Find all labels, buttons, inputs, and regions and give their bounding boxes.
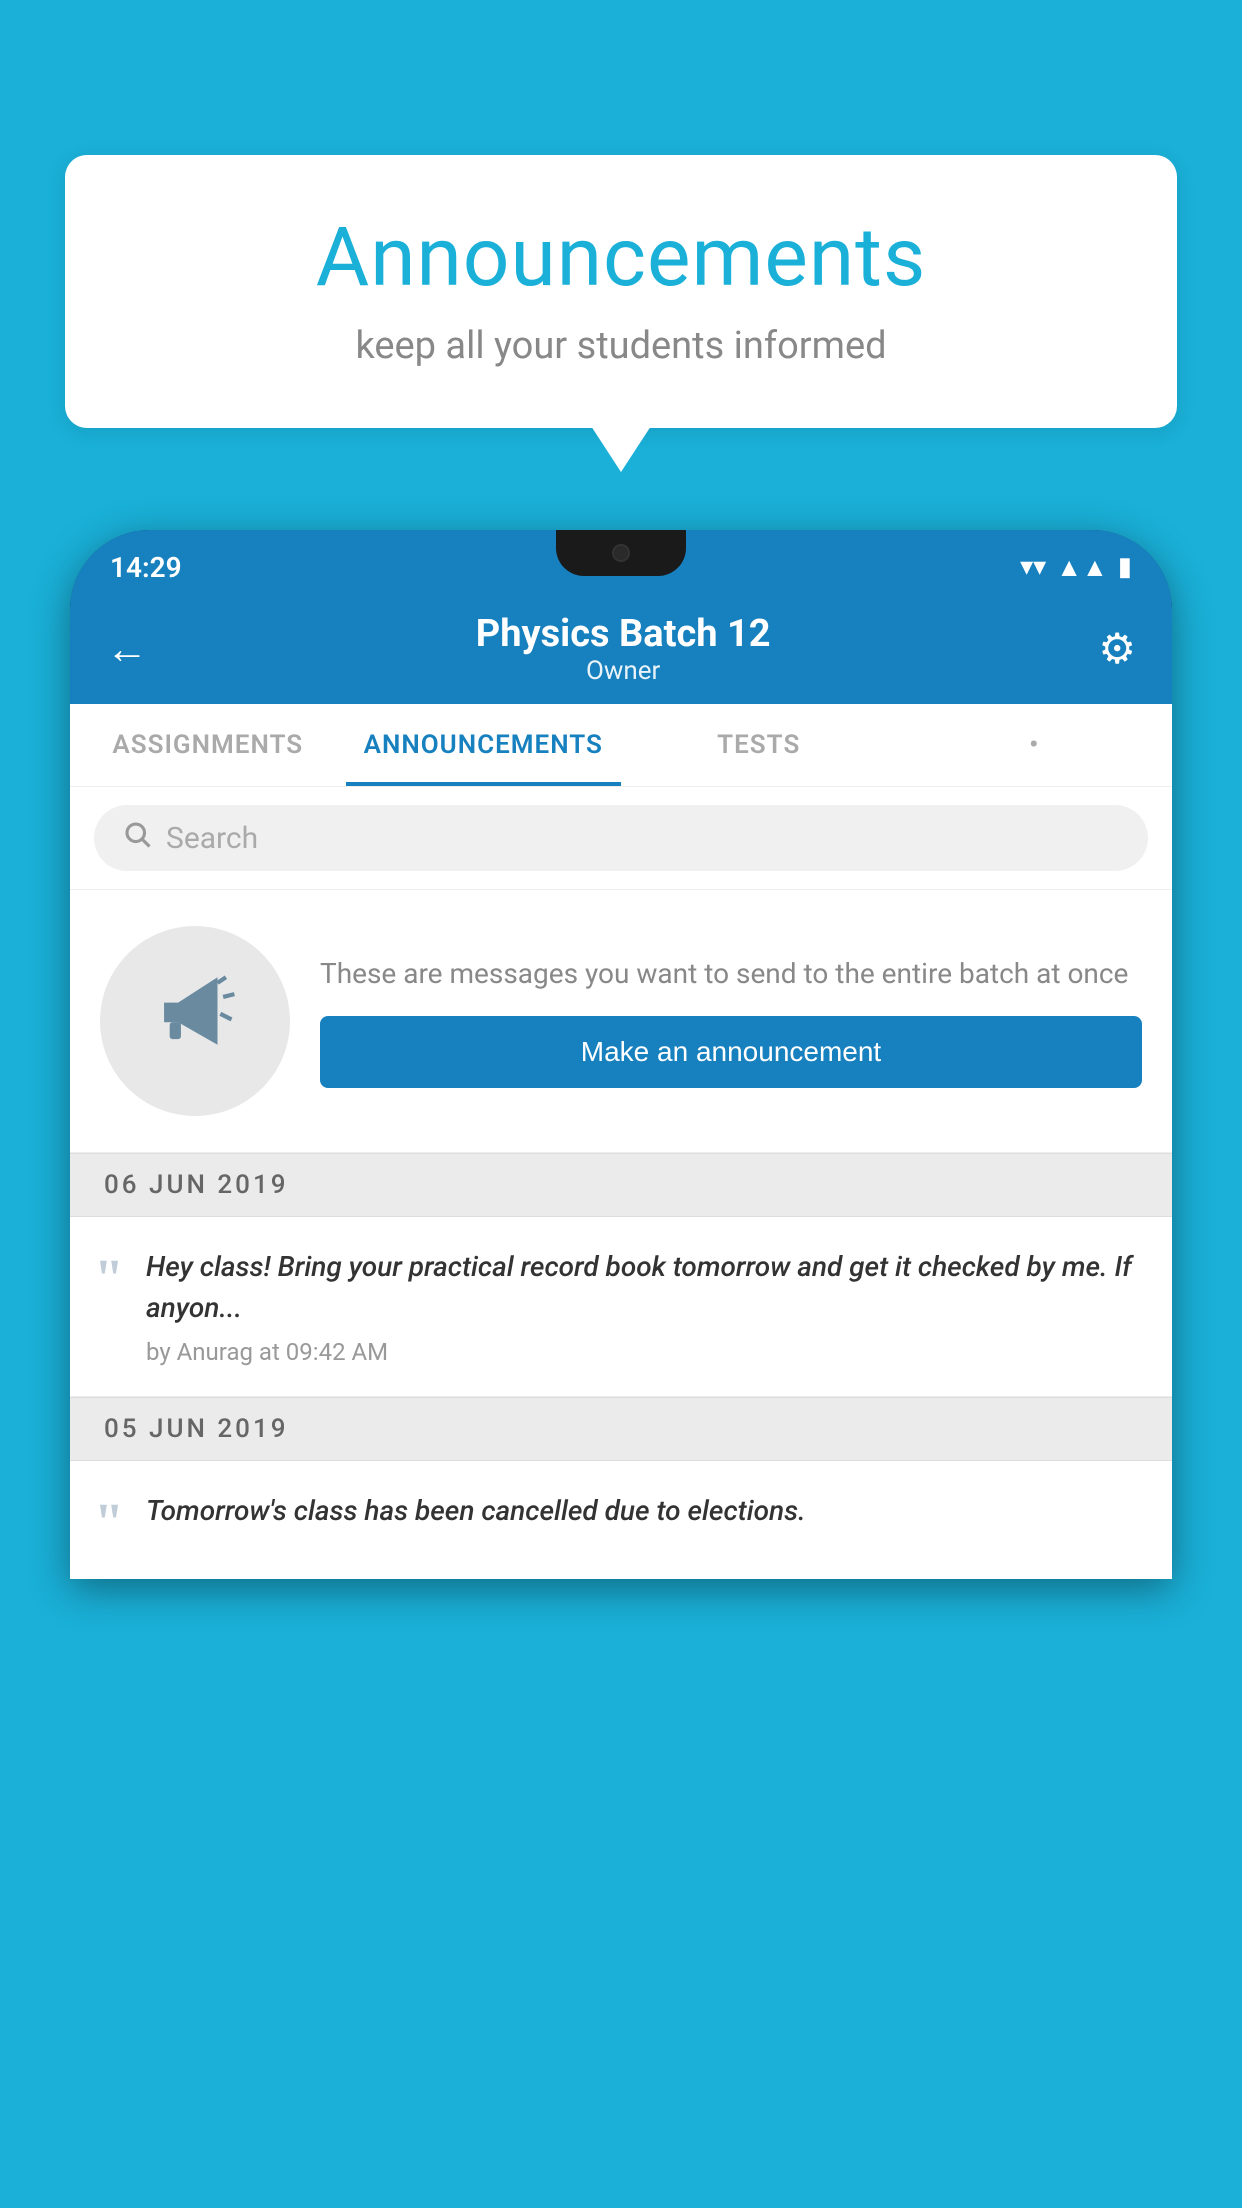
tab-announcements[interactable]: ANNOUNCEMENTS <box>346 704 622 786</box>
header-title-group: Physics Batch 12 Owner <box>148 612 1098 686</box>
content-area: Search <box>70 787 1172 1579</box>
promo-icon-circle <box>100 926 290 1116</box>
announcement-promo: These are messages you want to send to t… <box>70 890 1172 1153</box>
speech-bubble: Announcements keep all your students inf… <box>65 155 1177 428</box>
wifi-icon: ▾▾ <box>1020 552 1046 582</box>
announcement-text-1: Hey class! Bring your practical record b… <box>146 1247 1142 1328</box>
search-placeholder: Search <box>166 821 258 856</box>
phone-inner: 14:29 ▾▾ ▲▲ ▮ ← Physics Batch 12 Owner ⚙… <box>70 530 1172 1579</box>
battery-icon: ▮ <box>1118 552 1132 582</box>
app-header: ← Physics Batch 12 Owner ⚙ <box>70 594 1172 704</box>
date-separator-2: 05 JUN 2019 <box>70 1397 1172 1461</box>
promo-description: These are messages you want to send to t… <box>320 954 1142 993</box>
announcement-content-2: Tomorrow's class has been cancelled due … <box>146 1491 1142 1542</box>
quote-icon-2: " <box>94 1495 124 1549</box>
status-time: 14:29 <box>110 551 182 584</box>
phone-frame: 14:29 ▾▾ ▲▲ ▮ ← Physics Batch 12 Owner ⚙… <box>70 530 1172 1579</box>
date-separator-1: 06 JUN 2019 <box>70 1153 1172 1217</box>
signal-icon: ▲▲ <box>1056 552 1107 583</box>
tab-tests[interactable]: TESTS <box>621 704 897 786</box>
batch-title: Physics Batch 12 <box>148 612 1098 656</box>
notch <box>556 530 686 576</box>
promo-right: These are messages you want to send to t… <box>320 954 1142 1087</box>
announcement-meta-1: by Anurag at 09:42 AM <box>146 1338 1142 1366</box>
search-icon <box>122 819 152 857</box>
make-announcement-button[interactable]: Make an announcement <box>320 1016 1142 1088</box>
tabs-bar: ASSIGNMENTS ANNOUNCEMENTS TESTS • <box>70 704 1172 787</box>
search-container: Search <box>70 787 1172 890</box>
announcement-item-1[interactable]: " Hey class! Bring your practical record… <box>70 1217 1172 1397</box>
phone-wrapper: 14:29 ▾▾ ▲▲ ▮ ← Physics Batch 12 Owner ⚙… <box>70 530 1172 2208</box>
quote-icon-1: " <box>94 1251 124 1305</box>
tab-more[interactable]: • <box>897 704 1173 786</box>
notch-camera <box>612 544 630 562</box>
megaphone-icon <box>150 966 240 1076</box>
tab-assignments[interactable]: ASSIGNMENTS <box>70 704 346 786</box>
bubble-title: Announcements <box>125 210 1117 306</box>
back-button[interactable]: ← <box>106 625 148 674</box>
status-icons: ▾▾ ▲▲ ▮ <box>1020 552 1132 583</box>
bubble-subtitle: keep all your students informed <box>125 324 1117 368</box>
announcement-content-1: Hey class! Bring your practical record b… <box>146 1247 1142 1366</box>
announcement-text-2: Tomorrow's class has been cancelled due … <box>146 1491 1142 1532</box>
settings-icon[interactable]: ⚙ <box>1098 624 1136 674</box>
batch-subtitle: Owner <box>148 656 1098 686</box>
announcement-item-2[interactable]: " Tomorrow's class has been cancelled du… <box>70 1461 1172 1579</box>
search-box[interactable]: Search <box>94 805 1148 871</box>
speech-bubble-container: Announcements keep all your students inf… <box>65 155 1177 428</box>
